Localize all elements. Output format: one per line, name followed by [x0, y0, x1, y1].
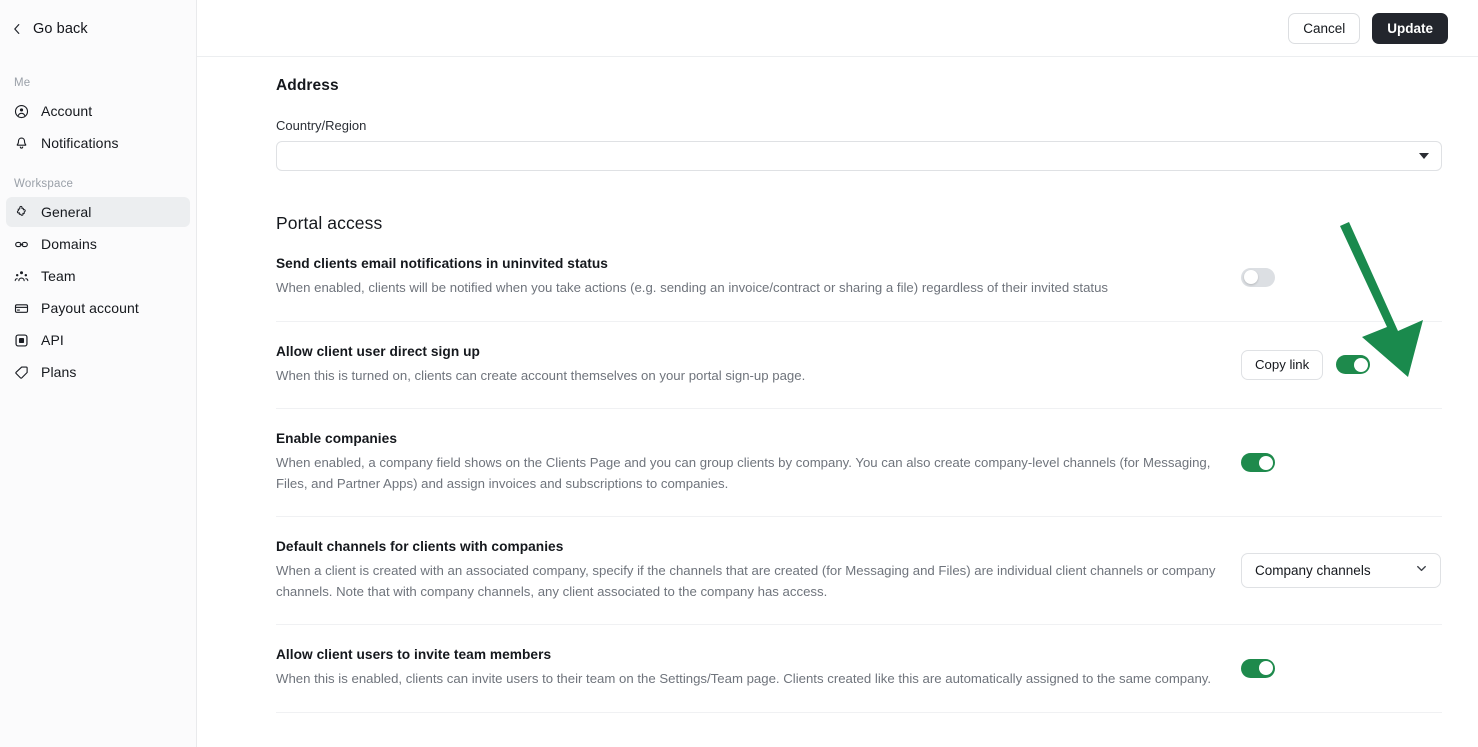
setting-title: Default channels for clients with compan… [276, 539, 1221, 554]
setting-title: Send clients email notifications in unin… [276, 256, 1221, 271]
sidebar-group-label-workspace: Workspace [0, 178, 196, 190]
setting-row-text: Allow client users to invite team member… [276, 647, 1221, 690]
sidebar-item-plans[interactable]: Plans [6, 357, 190, 387]
toggle-knob [1244, 270, 1258, 284]
address-section-title: Address [276, 77, 1442, 95]
setting-row-invite-team-members: Allow client users to invite team member… [276, 625, 1442, 713]
setting-controls [1241, 659, 1275, 678]
setting-row-text: Enable companies When enabled, a company… [276, 431, 1221, 494]
setting-description: When a client is created with an associa… [276, 561, 1221, 602]
setting-description: When enabled, a company field shows on t… [276, 453, 1221, 494]
chevron-left-icon [10, 22, 24, 36]
setting-description: When enabled, clients will be notified w… [276, 278, 1221, 299]
api-square-icon [14, 333, 29, 348]
toggle-enable-companies[interactable] [1241, 453, 1275, 472]
sidebar-item-label: Team [41, 268, 76, 284]
people-icon [14, 269, 29, 284]
tag-icon [14, 365, 29, 380]
sidebar-item-team[interactable]: Team [6, 261, 190, 291]
credit-card-icon [14, 301, 29, 316]
sidebar-group-workspace: General Domains Team Payout account [0, 197, 196, 387]
sidebar-item-label: General [41, 204, 92, 220]
link-icon [14, 237, 29, 252]
sidebar-item-api[interactable]: API [6, 325, 190, 355]
settings-body: Address Country/Region Portal access Sen… [197, 77, 1478, 713]
setting-row-text: Allow client user direct sign up When th… [276, 344, 1221, 387]
dropdown-value: Company channels [1255, 563, 1371, 578]
cancel-button[interactable]: Cancel [1288, 13, 1360, 44]
setting-controls: Company channels [1241, 553, 1441, 588]
setting-row-direct-signup: Allow client user direct sign up When th… [276, 322, 1442, 410]
country-region-select[interactable] [276, 141, 1442, 171]
copy-link-button[interactable]: Copy link [1241, 350, 1323, 380]
settings-page: Go back Me Account Notifications Workspa… [0, 0, 1478, 747]
sidebar-item-label: Plans [41, 364, 77, 380]
sidebar-item-label: Payout account [41, 300, 139, 316]
setting-controls [1241, 268, 1275, 287]
caret-down-icon [1419, 153, 1429, 159]
setting-row-default-channels: Default channels for clients with compan… [276, 517, 1442, 625]
toggle-knob [1259, 456, 1273, 470]
sidebar-item-label: API [41, 332, 64, 348]
toggle-knob [1354, 358, 1368, 372]
top-action-bar: Cancel Update [197, 0, 1478, 57]
sidebar: Go back Me Account Notifications Workspa… [0, 0, 197, 747]
setting-description: When this is enabled, clients can invite… [276, 669, 1221, 690]
sidebar-group-me: Account Notifications [0, 96, 196, 158]
sidebar-item-account[interactable]: Account [6, 96, 190, 126]
toggle-knob [1259, 661, 1273, 675]
sidebar-item-notifications[interactable]: Notifications [6, 128, 190, 158]
portal-access-title: Portal access [276, 213, 1442, 234]
setting-title: Allow client users to invite team member… [276, 647, 1221, 662]
sidebar-item-payout-account[interactable]: Payout account [6, 293, 190, 323]
setting-description: When this is turned on, clients can crea… [276, 366, 1221, 387]
setting-row-text: Default channels for clients with compan… [276, 539, 1221, 602]
toggle-email-notifications[interactable] [1241, 268, 1275, 287]
default-channels-dropdown[interactable]: Company channels [1241, 553, 1441, 588]
puzzle-icon [14, 205, 29, 220]
sidebar-item-label: Notifications [41, 135, 119, 151]
toggle-direct-signup[interactable] [1336, 355, 1370, 374]
sidebar-item-label: Domains [41, 236, 97, 252]
go-back-label: Go back [33, 21, 88, 37]
setting-title: Enable companies [276, 431, 1221, 446]
update-button[interactable]: Update [1372, 13, 1448, 44]
sidebar-item-domains[interactable]: Domains [6, 229, 190, 259]
sidebar-item-label: Account [41, 103, 92, 119]
setting-row-text: Send clients email notifications in unin… [276, 256, 1221, 299]
chevron-down-icon [1414, 561, 1429, 581]
country-region-label: Country/Region [276, 118, 1442, 133]
sidebar-item-general[interactable]: General [6, 197, 190, 227]
bell-icon [14, 136, 29, 151]
main-content: Cancel Update Address Country/Region Por… [197, 0, 1478, 747]
toggle-invite-team-members[interactable] [1241, 659, 1275, 678]
setting-controls [1241, 453, 1275, 472]
setting-row-email-notifications: Send clients email notifications in unin… [276, 234, 1442, 322]
setting-row-enable-companies: Enable companies When enabled, a company… [276, 409, 1442, 517]
go-back-button[interactable]: Go back [0, 0, 196, 57]
sidebar-group-label-me: Me [0, 77, 196, 89]
setting-controls: Copy link [1241, 350, 1370, 380]
setting-title: Allow client user direct sign up [276, 344, 1221, 359]
account-circle-icon [14, 104, 29, 119]
